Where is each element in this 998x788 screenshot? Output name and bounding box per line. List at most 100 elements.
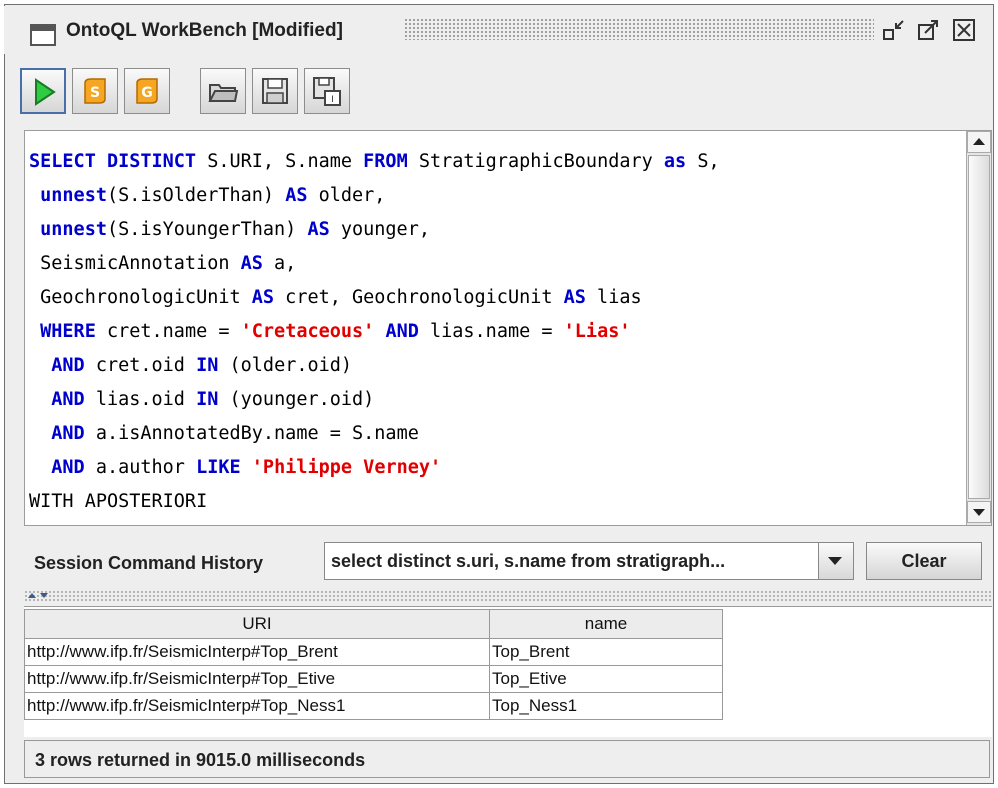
text-token: WITH APOSTERIORI — [29, 491, 208, 512]
scroll-down-button[interactable] — [967, 501, 991, 523]
keyword-token: WHERE — [40, 321, 96, 342]
column-header-name[interactable]: name — [489, 609, 723, 639]
editor-vertical-scrollbar[interactable] — [966, 131, 991, 525]
open-button[interactable] — [200, 68, 246, 114]
script-s-button[interactable]: S — [72, 68, 118, 114]
code-line[interactable]: WITH APOSTERIORI — [29, 485, 720, 519]
text-token: S, — [686, 151, 720, 172]
status-bar: 3 rows returned in 9015.0 milliseconds — [24, 740, 990, 778]
run-icon — [35, 78, 56, 106]
query-editor[interactable]: SELECT DISTINCT S.URI, S.name FROM Strat… — [24, 130, 992, 526]
clear-button[interactable]: Clear — [866, 542, 982, 580]
scroll-up-button[interactable] — [967, 131, 991, 153]
cell-name[interactable]: Top_Ness1 — [489, 692, 723, 720]
keyword-token: IN — [196, 355, 219, 376]
text-token: cret.oid — [84, 355, 197, 376]
keyword-token: IN — [196, 389, 219, 410]
keyword-token: unnest — [40, 185, 107, 206]
keyword-token: AND — [51, 355, 85, 376]
text-token: cret, GeochronologicUnit — [274, 287, 564, 308]
keyword-token: AND — [51, 457, 85, 478]
history-bar: Session Command History select distinct … — [24, 538, 992, 584]
text-token: younger, — [329, 219, 430, 240]
svg-text:I: I — [331, 95, 334, 105]
scroll-thumb[interactable] — [968, 155, 990, 499]
text-token: SeismicAnnotation — [29, 253, 241, 274]
keyword-token: AND — [51, 389, 85, 410]
code-line[interactable]: AND cret.oid IN (older.oid) — [29, 349, 720, 383]
save-button[interactable] — [252, 68, 298, 114]
code-line[interactable]: SELECT DISTINCT S.URI, S.name FROM Strat… — [29, 145, 720, 179]
code-line[interactable]: unnest(S.isYoungerThan) AS younger, — [29, 213, 720, 247]
split-pane-divider[interactable] — [24, 590, 992, 602]
column-header-uri[interactable]: URI — [24, 609, 490, 639]
close-icon[interactable] — [952, 18, 976, 42]
table-row[interactable]: http://www.ifp.fr/SeismicInterp#Top_Ness… — [24, 692, 723, 720]
save-icon — [262, 78, 288, 104]
history-dropdown[interactable]: select distinct s.uri, s.name from strat… — [324, 542, 854, 580]
window-title: OntoQL WorkBench [Modified] — [66, 20, 343, 41]
code-line[interactable]: AND a.isAnnotatedBy.name = S.name — [29, 417, 720, 451]
title-bar-grip — [404, 18, 874, 40]
text-token: GeochronologicUnit — [29, 287, 252, 308]
script-g-button[interactable]: G — [124, 68, 170, 114]
window-app-icon — [30, 24, 56, 46]
run-button[interactable] — [20, 68, 66, 114]
cell-name[interactable]: Top_Brent — [489, 638, 723, 666]
keyword-token: SELECT DISTINCT — [29, 151, 197, 172]
keyword-token: FROM — [363, 151, 408, 172]
split-arrows-icon — [28, 593, 48, 598]
keyword-token: AS — [285, 185, 308, 206]
script-s-icon: S — [84, 78, 106, 104]
minimize-icon[interactable] — [882, 18, 906, 42]
table-row[interactable]: http://www.ifp.fr/SeismicInterp#Top_Bren… — [24, 638, 723, 666]
keyword-token: LIKE — [196, 457, 241, 478]
cell-uri[interactable]: http://www.ifp.fr/SeismicInterp#Top_Ness… — [24, 692, 490, 720]
keyword-token: as — [663, 151, 687, 172]
code-line[interactable]: AND lias.oid IN (younger.oid) — [29, 383, 720, 417]
text-token: (older.oid) — [218, 355, 353, 376]
text-token: lias.name = — [418, 321, 564, 342]
code-line[interactable]: GeochronologicUnit AS cret, Geochronolog… — [29, 281, 720, 315]
table-row[interactable]: http://www.ifp.fr/SeismicInterp#Top_Etiv… — [24, 665, 723, 693]
keyword-token: AS — [307, 219, 330, 240]
cell-name[interactable]: Top_Etive — [489, 665, 723, 693]
keyword-token: AS — [240, 253, 263, 274]
cell-uri[interactable]: http://www.ifp.fr/SeismicInterp#Top_Etiv… — [24, 665, 490, 693]
code-line[interactable]: WHERE cret.name = 'Cretaceous' AND lias.… — [29, 315, 720, 349]
chevron-down-icon — [828, 557, 842, 565]
code-line[interactable]: unnest(S.isOlderThan) AS older, — [29, 179, 720, 213]
title-bar[interactable]: OntoQL WorkBench [Modified] — [4, 6, 984, 54]
script-g-icon: G — [136, 78, 158, 104]
maximize-icon[interactable] — [916, 18, 940, 42]
keyword-token: AND — [385, 321, 419, 342]
string-token: 'Lias' — [563, 321, 631, 342]
string-token: 'Cretaceous' — [240, 321, 375, 342]
keyword-token: AS — [563, 287, 586, 308]
open-folder-icon — [208, 84, 239, 102]
code-line[interactable]: AND a.author LIKE 'Philippe Verney' — [29, 451, 720, 485]
text-token: lias.oid — [84, 389, 197, 410]
text-token: (S.isOlderThan) — [106, 185, 286, 206]
string-token: 'Philippe Verney' — [251, 457, 442, 478]
keyword-token: AS — [251, 287, 275, 308]
query-text[interactable]: SELECT DISTINCT S.URI, S.name FROM Strat… — [29, 145, 720, 519]
results-table: URI name http://www.ifp.fr/SeismicInterp… — [24, 609, 723, 720]
text-token: older, — [307, 185, 386, 206]
dropdown-arrow-button[interactable] — [818, 543, 853, 579]
code-line[interactable]: SeismicAnnotation AS a, — [29, 247, 720, 281]
arrow-up-icon — [973, 138, 985, 145]
keyword-token: unnest — [40, 219, 107, 240]
status-text: 3 rows returned in 9015.0 milliseconds — [35, 750, 366, 770]
text-token: a, — [262, 253, 297, 274]
cell-uri[interactable]: http://www.ifp.fr/SeismicInterp#Top_Bren… — [24, 638, 490, 666]
export-button[interactable]: I — [304, 68, 350, 114]
history-label: Session Command History — [34, 553, 264, 573]
text-token: S.URI, S.name — [196, 151, 364, 172]
results-panel: URI name http://www.ifp.fr/SeismicInterp… — [24, 606, 992, 737]
